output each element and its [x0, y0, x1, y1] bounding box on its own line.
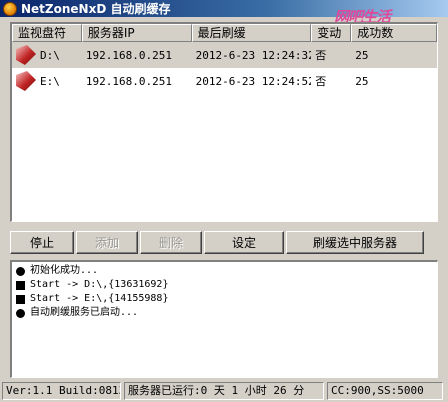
- row-ip: 192.168.0.251: [85, 74, 172, 88]
- log-text: 初始化成功...: [30, 265, 99, 276]
- row-drive: D:\: [40, 48, 60, 62]
- log-line: Start -> D:\,{13631692}: [14, 278, 437, 292]
- status-cache: CC:900,SS:5000: [327, 382, 443, 400]
- button-bar: 停止 添加 删除 设定 刷缓选中服务器: [10, 231, 424, 254]
- row-count: 25: [355, 48, 369, 62]
- log-panel[interactable]: 初始化成功... Start -> D:\,{13631692} Start -…: [10, 260, 438, 378]
- column-header-ip[interactable]: 服务器IP: [81, 24, 192, 42]
- log-line: Start -> E:\,{14155988}: [14, 292, 437, 306]
- drive-icon: [16, 71, 36, 91]
- row-drive: E:\: [40, 74, 60, 88]
- table-row[interactable]: D:\ 192.168.0.251 2012-6-23 12:24:32 否 2…: [12, 42, 437, 68]
- column-header-last[interactable]: 最后刷缓: [191, 24, 312, 42]
- column-header-drive[interactable]: 监视盘符: [12, 24, 82, 42]
- row-ip: 192.168.0.251: [85, 48, 172, 62]
- drive-icon: [16, 45, 36, 65]
- row-changed: 否: [315, 49, 327, 62]
- status-bar: Ver:1.1 Build:0813 服务器已运行:0 天 1 小时 26 分 …: [2, 382, 446, 400]
- settings-button[interactable]: 设定: [204, 231, 284, 254]
- log-text: 自动刷缓服务已启动...: [30, 307, 139, 318]
- row-last: 2012-6-23 12:24:52: [195, 74, 312, 88]
- app-icon: [3, 1, 17, 16]
- row-drive-cell: D:\: [12, 45, 82, 65]
- bullet-dot-icon: [16, 308, 25, 318]
- table-row[interactable]: E:\ 192.168.0.251 2012-6-23 12:24:52 否 2…: [12, 68, 437, 94]
- status-uptime: 服务器已运行:0 天 1 小时 26 分: [124, 382, 324, 400]
- row-last: 2012-6-23 12:24:32: [195, 48, 312, 62]
- list-header: 监视盘符 服务器IP 最后刷缓 变动 成功数: [12, 24, 437, 42]
- bullet-square-icon: [16, 280, 25, 290]
- title-bar[interactable]: NetZoneNxD 自动刷缓存: [0, 0, 448, 17]
- row-changed: 否: [315, 75, 327, 88]
- server-list[interactable]: 监视盘符 服务器IP 最后刷缓 变动 成功数 D:\ 192.168.0.251…: [10, 22, 438, 222]
- bullet-square-icon: [16, 294, 25, 304]
- refresh-selected-button[interactable]: 刷缓选中服务器: [286, 231, 424, 254]
- status-version: Ver:1.1 Build:0813: [2, 382, 121, 400]
- log-text: Start -> D:\,{13631692}: [30, 279, 169, 290]
- bullet-dot-icon: [16, 266, 25, 276]
- column-header-changed[interactable]: 变动: [311, 24, 352, 42]
- row-count: 25: [355, 74, 369, 88]
- add-button[interactable]: 添加: [76, 231, 138, 254]
- stop-button[interactable]: 停止: [10, 231, 74, 254]
- log-line: 初始化成功...: [14, 264, 437, 278]
- log-text: Start -> E:\,{14155988}: [30, 293, 169, 304]
- column-header-count[interactable]: 成功数: [351, 24, 437, 42]
- delete-button[interactable]: 删除: [140, 231, 202, 254]
- window-title: NetZoneNxD 自动刷缓存: [21, 2, 171, 16]
- row-drive-cell: E:\: [12, 71, 82, 91]
- log-line: 自动刷缓服务已启动...: [14, 306, 437, 320]
